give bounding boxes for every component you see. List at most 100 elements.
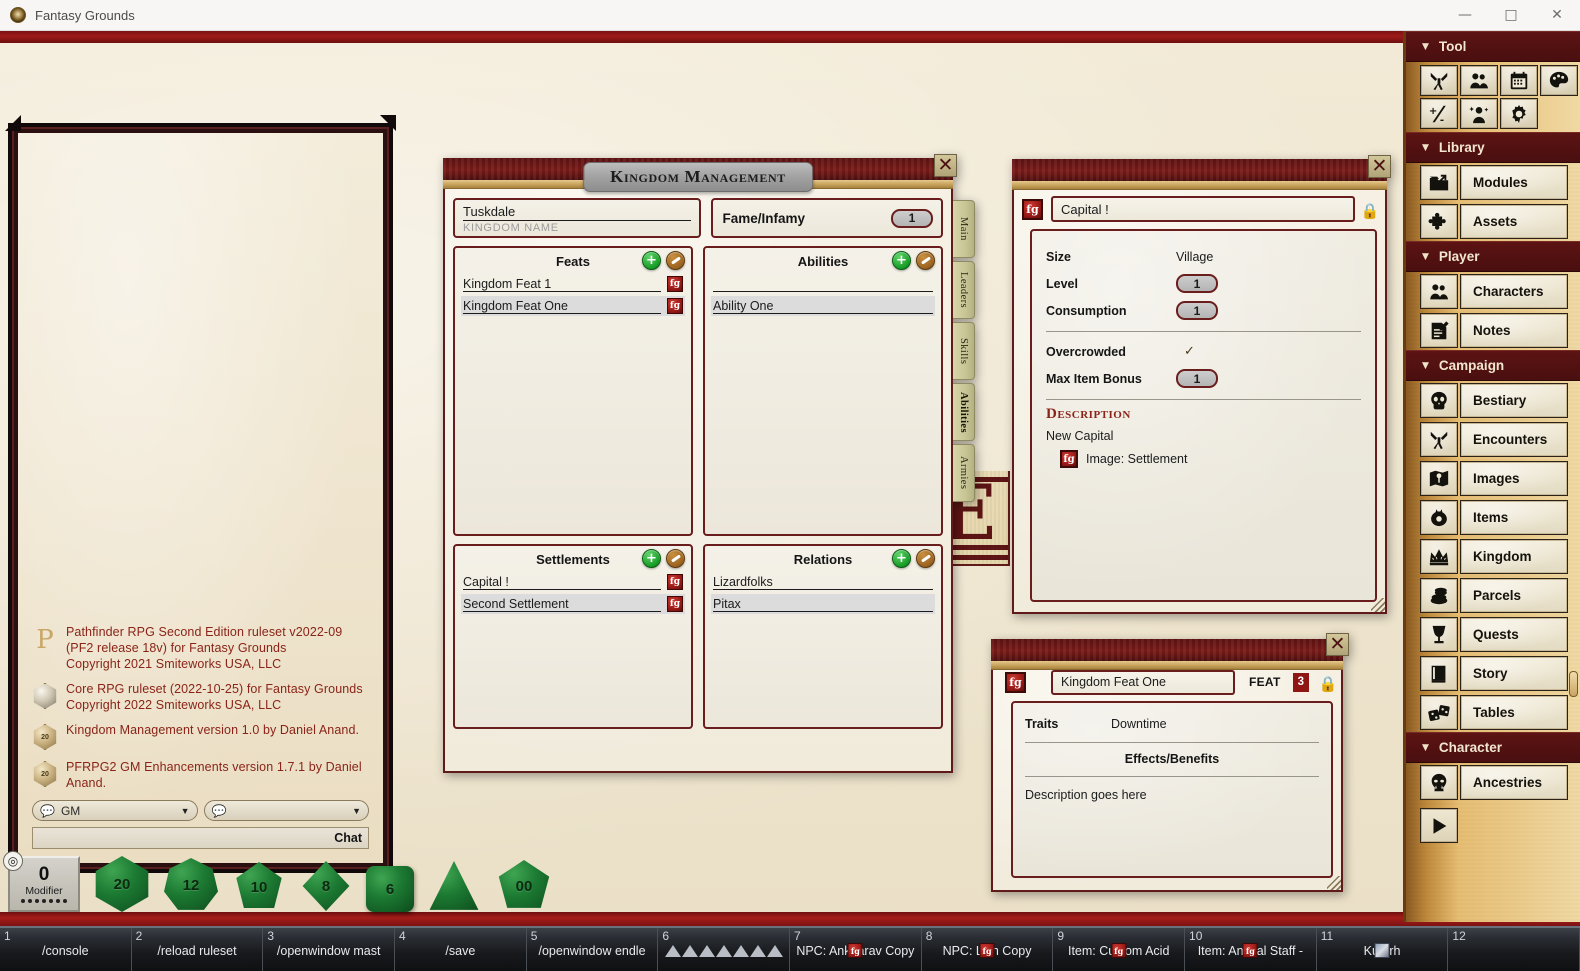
list-item-label[interactable]: Capital ! [463, 574, 661, 590]
list-item-label[interactable]: Kingdom Feat 1 [463, 276, 661, 292]
gear-tool-button[interactable] [1500, 98, 1538, 129]
list-item[interactable]: Ability One [711, 296, 935, 316]
sidebar-item-quests[interactable]: Quests [1406, 615, 1580, 654]
close-settlement-window-button[interactable]: ✕ [1368, 155, 1391, 178]
list-item[interactable] [711, 274, 935, 294]
fame-infamy-field[interactable]: Fame/Infamy 1 [710, 198, 943, 238]
settlement-name-input[interactable]: Capital ! [1051, 196, 1355, 222]
attribute-value-overcrowded[interactable]: ✓ [1184, 344, 1195, 359]
record-link-icon[interactable]: fg [667, 596, 683, 612]
list-item-label[interactable]: Pitax [713, 596, 933, 612]
settlement-record-window[interactable]: ✕ fg Capital ! 🔒 Size Village Level 1 Consum… [1012, 155, 1391, 614]
die-d6[interactable]: 6 [366, 866, 414, 912]
sidebar-category-campaign[interactable]: ▼ Campaign [1406, 350, 1580, 381]
die-d8[interactable]: 8 [302, 861, 350, 911]
edit-abilities-button[interactable] [916, 251, 935, 270]
kingdom-tab-leaders[interactable]: Leaders [953, 261, 975, 319]
lock-icon[interactable]: 🔒 [1319, 672, 1338, 692]
sidebar-item-parcels[interactable]: Parcels [1406, 576, 1580, 615]
color-palette-tool-button[interactable] [1540, 65, 1578, 96]
die-d20[interactable]: 20 [95, 856, 149, 912]
list-item[interactable]: Kingdom Feat 1 fg [461, 274, 685, 294]
add-relations-button[interactable]: + [892, 549, 911, 568]
sidebar-item-ancestries[interactable]: Ancestries [1406, 763, 1580, 802]
sidebar-category-library[interactable]: ▼ Library [1406, 132, 1580, 163]
kingdom-name-field[interactable]: Tuskdale KINGDOM NAME [453, 198, 701, 238]
kingdom-management-window[interactable]: Kingdom Management ✕ Main Leaders Skills Ab… [443, 154, 975, 773]
add-settlements-button[interactable]: + [642, 549, 661, 568]
add-feats-button[interactable]: + [642, 251, 661, 270]
sidebar-item-bestiary[interactable]: Bestiary [1406, 381, 1580, 420]
kingdom-tab-abilities[interactable]: Abilities [953, 383, 975, 441]
hotbar-slot-3[interactable]: 3/openwindow mast [263, 928, 396, 971]
character-sparkle-tool-button[interactable] [1460, 98, 1498, 129]
list-item-label[interactable] [713, 276, 933, 292]
feat-name-input[interactable]: Kingdom Feat One [1051, 669, 1235, 695]
hotbar-slot-7[interactable]: 7NPC: Ankharav Copyfg [790, 928, 922, 971]
image-link-icon[interactable]: fg [1060, 450, 1078, 468]
window-titlebar[interactable] [991, 639, 1343, 661]
die-d12[interactable]: 12 [164, 858, 218, 910]
edit-relations-button[interactable] [916, 549, 935, 568]
sidebar-item-kingdom[interactable]: Kingdom [1406, 537, 1580, 576]
kingdom-tab-main[interactable]: Main [953, 200, 975, 258]
list-item-label[interactable]: Second Settlement [463, 596, 661, 612]
window-titlebar[interactable] [1012, 159, 1387, 181]
edit-feats-button[interactable] [666, 251, 685, 270]
sidebar-item-tables[interactable]: Tables [1406, 693, 1580, 732]
resize-arrow-top-left-icon[interactable] [5, 115, 21, 131]
list-item[interactable]: Pitax [711, 594, 935, 614]
hotbar-slot-6[interactable]: 6 [658, 928, 791, 971]
sidebar-item-assets[interactable]: Assets [1406, 202, 1580, 241]
npc-link-icon[interactable]: fg [979, 943, 995, 958]
sidebar-item-images[interactable]: Images [1406, 459, 1580, 498]
kingdom-side-tabs[interactable]: Main Leaders Skills Abilities Armies [953, 200, 975, 502]
chat-log[interactable]: P Pathfinder RPG Second Edition ruleset v… [32, 624, 369, 791]
sidebar-play-button[interactable] [1420, 808, 1458, 843]
modifier-box[interactable]: ◎ 0 Modifier [3, 851, 80, 912]
close-feat-window-button[interactable]: ✕ [1326, 633, 1349, 656]
list-item[interactable]: Lizardfolks [711, 572, 935, 592]
sidebar-item-characters[interactable]: Characters [1406, 272, 1580, 311]
edit-settlements-button[interactable] [666, 549, 685, 568]
sidebar-item-items[interactable]: Items [1406, 498, 1580, 537]
feat-level-badge[interactable]: 3 [1292, 672, 1309, 692]
hotbar-slot-10[interactable]: 10Item: Animal Staff -fg [1185, 928, 1317, 971]
settlement-link-icon[interactable]: fg [1022, 198, 1043, 220]
sidebar-item-encounters[interactable]: Encounters [1406, 420, 1580, 459]
plus-minus-modifier-tool-button[interactable]: + - [1420, 98, 1458, 129]
kingdom-tab-armies[interactable]: Armies [953, 444, 975, 502]
attribute-value-max-item-bonus[interactable]: 1 [1176, 369, 1218, 388]
sidebar-category-character[interactable]: ▼ Character [1406, 732, 1580, 763]
close-window-button[interactable]: ✕ [1534, 0, 1580, 31]
sidebar-item-modules[interactable]: Modules [1406, 163, 1580, 202]
sidebar-item-story[interactable]: Story [1406, 654, 1580, 693]
hotbar-slot-8[interactable]: 8NPC: Lich Copyfg [922, 928, 1054, 971]
item-link-icon[interactable]: fg [1242, 943, 1258, 958]
calendar-tool-button[interactable] [1500, 65, 1538, 96]
hotbar-slot-4[interactable]: 4/save [395, 928, 527, 971]
record-link-icon[interactable]: fg [667, 276, 683, 292]
effects-benefits-text[interactable]: Description goes here [1025, 783, 1319, 802]
hotbar-slot-1[interactable]: 1/console [0, 928, 132, 971]
minimize-button[interactable]: — [1442, 0, 1488, 31]
sidebar-category-tool[interactable]: ▼ Tool [1406, 31, 1580, 62]
chat-speaker-select[interactable]: 💬 GM ▼ [32, 800, 198, 821]
list-item[interactable]: Kingdom Feat One fg [461, 296, 685, 316]
crossed-swords-tool-button[interactable] [1420, 65, 1458, 96]
party-group-tool-button[interactable] [1460, 65, 1498, 96]
list-item[interactable]: Capital ! fg [461, 572, 685, 592]
lock-icon[interactable]: 🔒 [1361, 199, 1380, 219]
attribute-value-consumption[interactable]: 1 [1176, 301, 1218, 320]
fame-infamy-value[interactable]: 1 [891, 208, 933, 228]
list-item-label[interactable]: Ability One [713, 298, 933, 314]
record-link-icon[interactable]: fg [667, 298, 683, 314]
feat-link-icon[interactable]: fg [1005, 671, 1026, 693]
die-d10[interactable]: 10 [236, 862, 282, 908]
hotbar-slot-11[interactable]: 11Kutarh [1317, 928, 1449, 971]
list-item-label[interactable]: Lizardfolks [713, 574, 933, 590]
kingdom-tab-skills[interactable]: Skills [953, 322, 975, 380]
sidebar-item-notes[interactable]: Notes [1406, 311, 1580, 350]
sidebar-category-player[interactable]: ▼ Player [1406, 241, 1580, 272]
record-link-icon[interactable]: fg [667, 574, 683, 590]
